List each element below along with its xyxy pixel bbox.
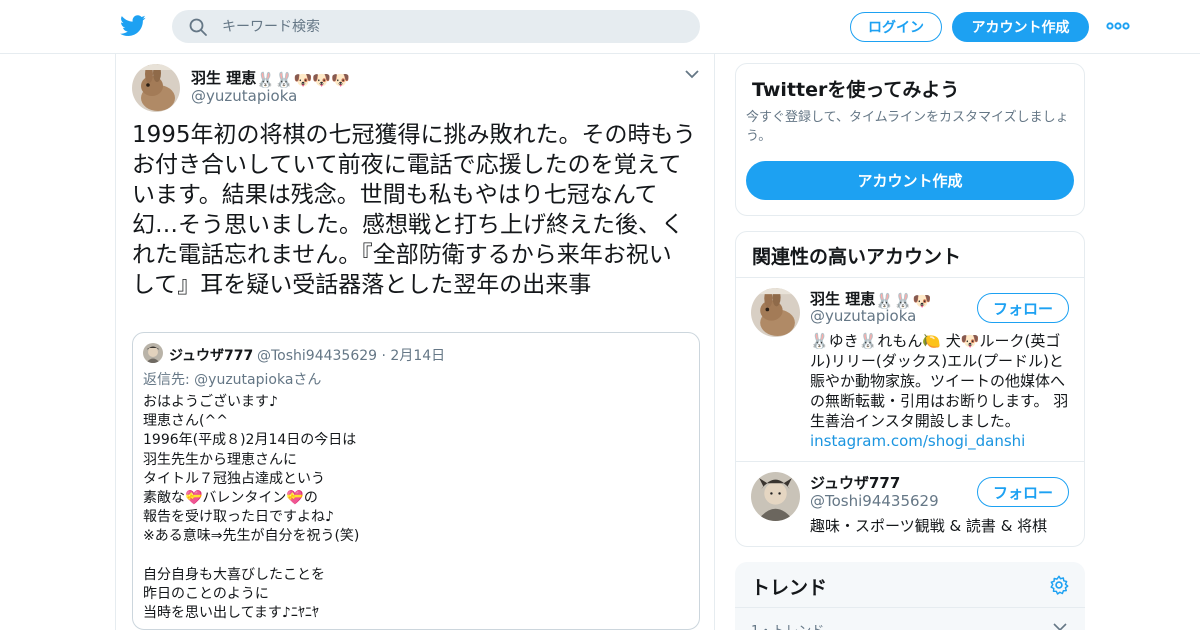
try-twitter-card: Twitterを使ってみよう 今すぐ登録して、タイムラインをカスタマイズしましょ…	[735, 63, 1085, 216]
quote-author-handle[interactable]: @Toshi94435629	[257, 348, 377, 364]
login-button[interactable]: ログイン	[850, 12, 942, 42]
quote-text: おはようございます♪ 理恵さん(^^ 1996年(平成８)2月14日の今日は 羽…	[143, 394, 360, 622]
try-twitter-title: Twitterを使ってみよう	[752, 79, 960, 101]
account-bio: 趣味・スポーツ観戦 & 読書 & 将棋	[810, 516, 1072, 536]
quote-separator: ·	[381, 348, 386, 364]
divider	[735, 607, 1085, 608]
author-name-text: 羽生 理恵	[191, 69, 257, 87]
tweet-text: 1995年初の将棋の七冠獲得に挑み敗れた。その時もう お付き合いしていて前夜に電…	[132, 122, 696, 298]
signup-button[interactable]: アカウント作成	[952, 12, 1089, 42]
quote-author-avatar[interactable]	[143, 343, 163, 363]
search-icon	[189, 18, 207, 36]
trends-title: トレンド	[751, 577, 828, 599]
related-accounts-title: 関連性の高いアカウント	[752, 246, 962, 268]
account-name[interactable]: ジュウザ777	[810, 472, 900, 493]
reply-handle: @yuzutapioka	[194, 372, 294, 388]
twitter-logo-icon[interactable]	[120, 14, 146, 38]
quote-author-meta: @Toshi94435629 · 2月14日	[257, 345, 445, 365]
more-options-icon[interactable]	[1106, 19, 1130, 33]
manga-face-icon	[751, 472, 800, 521]
chevron-down-icon[interactable]	[1053, 622, 1067, 630]
search-box[interactable]	[172, 10, 700, 43]
account-bio-text: 🐰ゆき🐰れもん🍋 犬🐶ルーク(英ゴル)リリー(ダックス)エル(プードル)と賑やか…	[810, 332, 1069, 430]
quoted-tweet[interactable]: ジュウザ777 @Toshi94435629 · 2月14日 返信先: @yuz…	[132, 332, 700, 630]
gear-icon[interactable]	[1048, 574, 1070, 596]
tweet-column: 羽生 理恵🐰🐰🐶🐶🐶 @yuzutapioka 1995年初の将棋の七冠獲得に挑…	[115, 54, 715, 630]
author-avatar[interactable]	[132, 64, 180, 112]
account-name-text: 羽生 理恵	[810, 290, 876, 308]
search-input[interactable]	[222, 10, 682, 43]
account-handle[interactable]: @yuzutapioka	[810, 307, 916, 325]
account-handle[interactable]: @Toshi94435629	[810, 492, 939, 510]
rabbit-photo-icon	[132, 64, 180, 112]
sidebar-signup-button[interactable]: アカウント作成	[746, 161, 1074, 200]
reply-suffix: さん	[293, 372, 322, 388]
account-avatar[interactable]	[751, 472, 800, 521]
rabbit-photo-icon	[751, 288, 800, 337]
quote-reply-context: 返信先: @yuzutapiokaさん	[143, 369, 321, 389]
chevron-down-icon[interactable]	[684, 68, 700, 80]
manga-face-icon	[143, 343, 163, 363]
follow-button[interactable]: フォロー	[977, 477, 1069, 507]
trend-item-label[interactable]: 1・トレンド	[751, 620, 824, 630]
author-name[interactable]: 羽生 理恵🐰🐰🐶🐶🐶	[191, 67, 350, 89]
reply-mention: @yuzutapiokaさん	[194, 372, 321, 388]
reply-prefix: 返信先:	[143, 372, 190, 388]
quote-author-name[interactable]: ジュウザ777	[169, 345, 253, 365]
author-handle[interactable]: @yuzutapioka	[191, 87, 297, 105]
quote-date[interactable]: 2月14日	[390, 348, 445, 364]
divider	[736, 461, 1084, 462]
top-bar: ログイン アカウント作成	[0, 0, 1200, 54]
trends-card: トレンド 1・トレンド	[735, 562, 1085, 630]
divider	[736, 277, 1084, 278]
account-bio: 🐰ゆき🐰れもん🍋 犬🐶ルーク(英ゴル)リリー(ダックス)エル(プードル)と賑やか…	[810, 331, 1072, 451]
account-avatar[interactable]	[751, 288, 800, 337]
related-accounts-card: 関連性の高いアカウント 羽生 理恵🐰🐰🐶 @yuzutapioka フォロー 🐰…	[735, 231, 1085, 547]
account-bio-text: 趣味・スポーツ観戦 & 読書 & 将棋	[810, 517, 1048, 535]
follow-button[interactable]: フォロー	[977, 293, 1069, 323]
account-bio-link[interactable]: instagram.com/shogi_danshi	[810, 432, 1025, 450]
try-twitter-description: 今すぐ登録して、タイムラインをカスタマイズしましょう。	[746, 110, 1069, 144]
account-name-text: ジュウザ777	[810, 474, 901, 492]
